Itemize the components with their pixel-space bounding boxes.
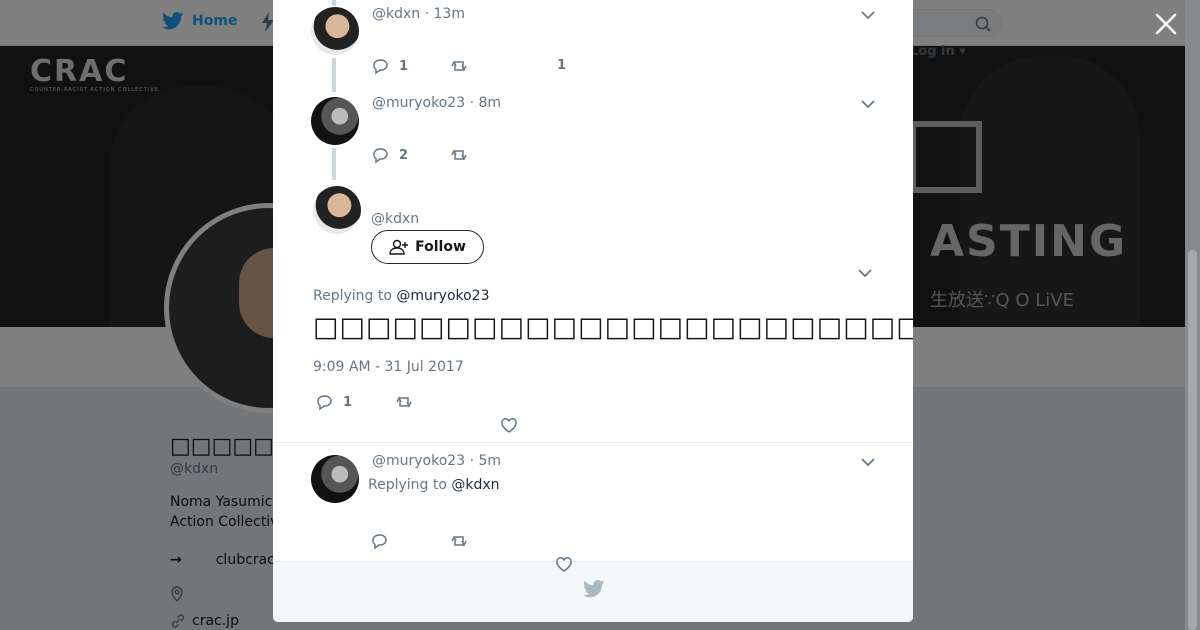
separator: · (469, 453, 475, 469)
tweet-handle[interactable]: @muryoko23 (372, 95, 465, 111)
reply-icon (373, 59, 388, 75)
retweet-icon[interactable] (395, 393, 413, 411)
avatar[interactable] (311, 455, 359, 503)
tweet-time[interactable]: 8m (478, 95, 501, 111)
separator: · (424, 6, 430, 22)
replying-handle-link[interactable]: @muryoko23 (396, 288, 489, 304)
reply-icon (373, 148, 388, 164)
reply-count: 1 (399, 58, 409, 74)
chevron-down-icon[interactable] (861, 10, 875, 20)
scrollbar-thumb[interactable] (1188, 250, 1197, 630)
reply-count: 2 (399, 147, 409, 163)
retweet-icon[interactable] (450, 532, 468, 550)
thread-line (332, 148, 336, 180)
tweet-text: □□□□□□□□□□□□□□□□□□□□□□□□□□□□□□□□□□□□□□□□… (313, 312, 913, 343)
chevron-down-icon[interactable] (861, 99, 875, 109)
tweet-meta: @muryoko23 · 5m (372, 453, 501, 469)
follow-button[interactable]: Follow (371, 230, 484, 264)
replying-to: Replying to @muryoko23 (313, 288, 490, 304)
heart-icon[interactable] (500, 417, 518, 435)
avatar[interactable] (311, 7, 359, 55)
reply-action[interactable]: 1 (371, 57, 408, 75)
follow-label: Follow (415, 239, 466, 255)
reply-icon[interactable] (370, 532, 388, 550)
reply-icon (317, 395, 332, 411)
tweet-meta: @muryoko23 · 8m (372, 95, 501, 111)
avatar[interactable] (311, 97, 359, 145)
tweet-timestamp[interactable]: 9:09 AM - 31 Jul 2017 (313, 359, 464, 375)
replying-prefix: Replying to (313, 288, 392, 304)
reply-count: 1 (343, 394, 353, 410)
add-user-icon (389, 239, 409, 255)
like-count[interactable]: 1 (557, 58, 566, 73)
chevron-down-icon[interactable] (861, 457, 875, 467)
tweet-modal: @kdxn · 13m 1 1 @muryoko23 · 8m 2 @kdxn (273, 0, 913, 622)
close-icon[interactable] (1153, 11, 1179, 37)
avatar[interactable] (313, 186, 361, 234)
thread-line (332, 0, 336, 6)
twitter-bird-icon (583, 580, 605, 598)
heart-icon[interactable] (555, 556, 573, 574)
reply-action[interactable]: 1 (315, 393, 352, 411)
tweet-handle[interactable]: @muryoko23 (372, 453, 465, 469)
tweet-meta: @kdxn · 13m (372, 6, 465, 22)
replying-handle-link[interactable]: @kdxn (451, 477, 499, 493)
tweet-handle[interactable]: @kdxn (372, 6, 420, 22)
retweet-icon[interactable] (450, 146, 468, 164)
tweet-time[interactable]: 13m (434, 6, 465, 22)
divider (273, 442, 913, 443)
page: Home CRACCOUNTER-RACIST ACTION COLLECTIV… (0, 0, 1200, 630)
separator: · (469, 95, 475, 111)
replying-to: Replying to @kdxn (368, 477, 500, 493)
modal-footer (273, 561, 913, 622)
tweet-time[interactable]: 5m (478, 453, 501, 469)
thread-line (332, 58, 336, 92)
focus-handle[interactable]: @kdxn (371, 211, 419, 227)
chevron-down-icon[interactable] (858, 268, 872, 278)
reply-action[interactable]: 2 (371, 146, 408, 164)
retweet-icon[interactable] (450, 57, 468, 75)
replying-prefix: Replying to (368, 477, 447, 493)
